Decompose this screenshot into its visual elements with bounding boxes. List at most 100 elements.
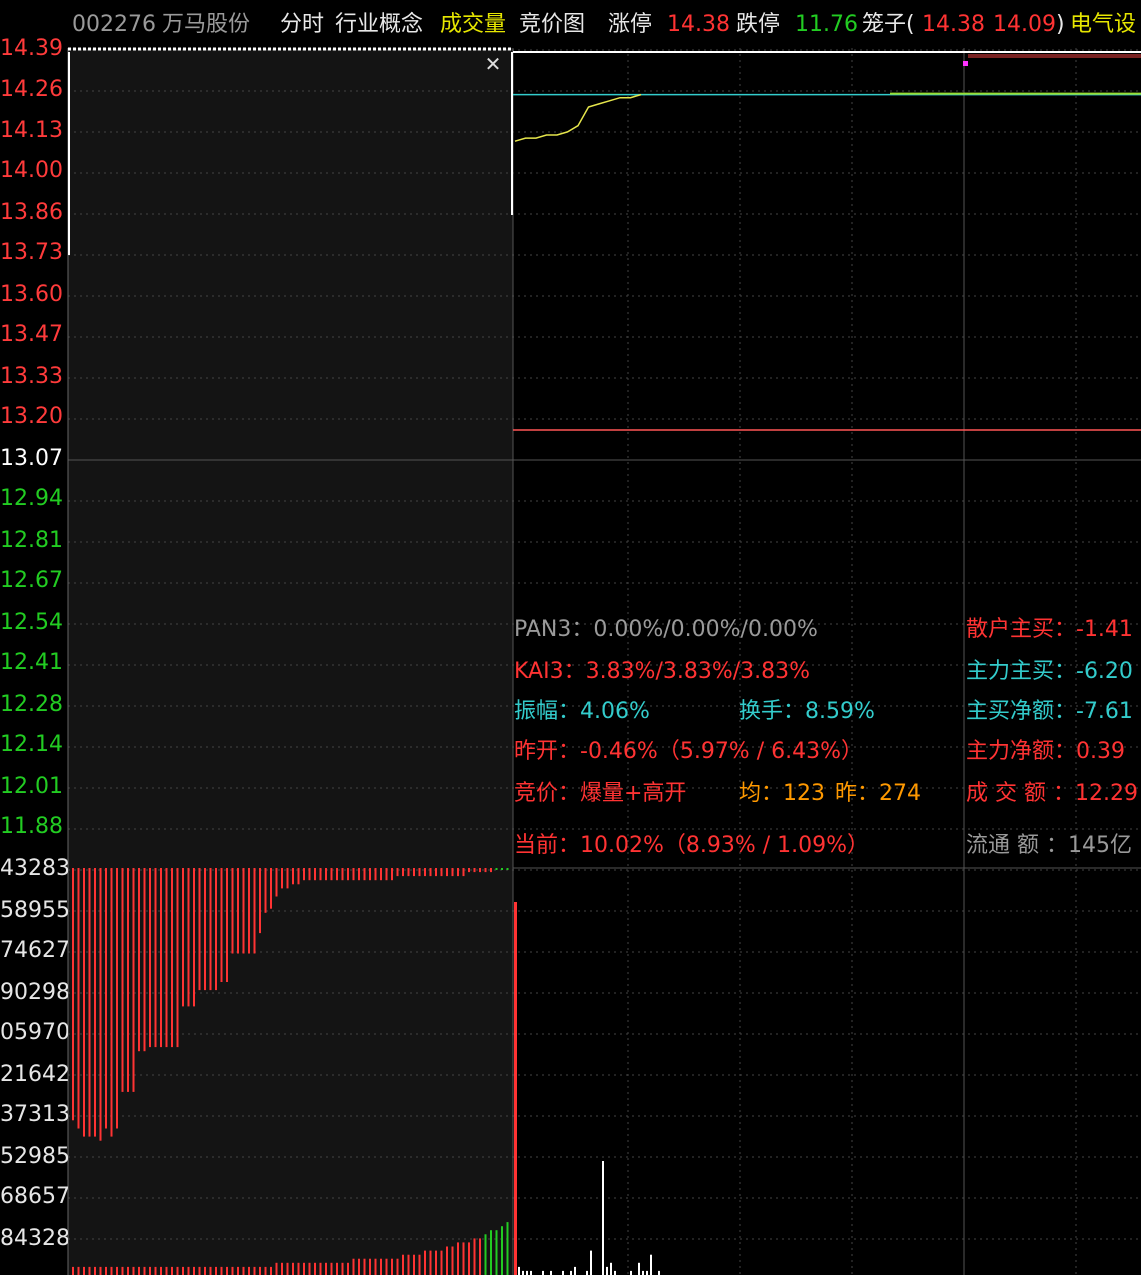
volume-tick: 52985 — [0, 1144, 68, 1169]
unmatched-volume-bar — [413, 1254, 415, 1275]
matched-volume-bar — [237, 868, 239, 954]
trade-volume-bar — [518, 1266, 520, 1275]
unmatched-volume-bar — [462, 1242, 465, 1275]
matched-volume-bar — [182, 868, 184, 1007]
matched-volume-bar — [440, 868, 443, 877]
matched-volume-bar — [72, 868, 74, 1121]
open-volume-bar — [514, 902, 517, 1275]
unmatched-volume-bar — [187, 1266, 190, 1275]
unmatched-volume-bar — [363, 1258, 366, 1275]
matched-volume-bar — [121, 868, 124, 1092]
matched-volume-bar — [473, 868, 476, 873]
matched-volume-bar — [138, 868, 140, 1052]
matched-volume-bar — [116, 868, 118, 1129]
price-tick: 11.88 — [0, 814, 63, 839]
unmatched-volume-bar — [83, 1266, 85, 1275]
unmatched-volume-bar — [248, 1266, 250, 1275]
unmatched-volume-bar — [105, 1266, 107, 1275]
trade-volume-bar — [650, 1254, 652, 1275]
unmatched-volume-bar — [336, 1262, 338, 1275]
price-tick: 14.26 — [0, 77, 63, 102]
volume-tick: 68657 — [0, 1184, 68, 1209]
matched-volume-bar — [253, 868, 256, 954]
unmatched-volume-bar — [215, 1266, 217, 1275]
pan3-stat: PAN3：0.00%/0.00%/0.00% — [514, 617, 818, 642]
matched-volume-bar — [292, 868, 294, 885]
float-cap-stat: 流通 额 ：145亿 — [966, 833, 1132, 858]
matched-volume-bar — [314, 868, 316, 881]
unmatched-volume-bar — [479, 1238, 481, 1275]
unmatched-volume-bar — [193, 1266, 195, 1275]
price-tick: 13.73 — [0, 240, 63, 265]
matched-volume-bar — [286, 868, 289, 889]
unmatched-volume-bar — [490, 1230, 492, 1275]
matched-volume-bar — [402, 868, 404, 877]
unmatched-volume-bar — [369, 1258, 371, 1275]
matched-volume-bar — [446, 868, 448, 877]
unmatched-volume-bar — [424, 1250, 426, 1275]
left-axis: 14.39 14.26 14.13 14.00 13.86 13.73 13.6… — [0, 0, 68, 1275]
unmatched-volume-bar — [446, 1246, 448, 1275]
unmatched-volume-bar — [347, 1262, 349, 1275]
trade-volume-bar — [530, 1270, 532, 1275]
volume-tick: 21642 — [0, 1062, 68, 1087]
price-tick: 13.07 — [0, 446, 63, 471]
unmatched-volume-bar — [220, 1266, 223, 1275]
price-tick: 12.54 — [0, 610, 63, 635]
matched-volume-bar — [462, 868, 465, 877]
matched-volume-bar — [220, 868, 223, 982]
matched-volume-bar — [369, 868, 371, 881]
unmatched-volume-bar — [319, 1262, 322, 1275]
trade-volume-bar — [610, 1262, 612, 1275]
close-icon[interactable]: ✕ — [484, 54, 502, 74]
matched-volume-bar — [215, 868, 217, 991]
matched-volume-bar — [303, 868, 305, 881]
unmatched-volume-bar — [286, 1262, 289, 1275]
unmatched-volume-bar — [451, 1246, 454, 1275]
amplitude-stat: 振幅：4.06% — [514, 699, 650, 724]
matched-volume-bar — [336, 868, 338, 881]
unmatched-volume-bar — [429, 1250, 432, 1275]
matched-volume-bar — [275, 868, 278, 897]
volume-tick: 05970 — [0, 1020, 68, 1045]
trade-volume-bar — [574, 1266, 576, 1275]
unmatched-volume-bar — [374, 1258, 377, 1275]
matched-volume-bar — [198, 868, 201, 991]
unmatched-volume-bar — [259, 1266, 261, 1275]
unmatched-volume-bar — [495, 1230, 498, 1275]
unmatched-volume-bar — [391, 1258, 393, 1275]
matched-volume-bar — [325, 868, 327, 881]
matched-volume-bar — [308, 868, 311, 881]
unmatched-volume-bar — [198, 1266, 201, 1275]
prev-open-stat: 昨开：-0.46%（5.97% / 6.43%） — [514, 739, 864, 764]
unmatched-volume-bar — [253, 1266, 256, 1275]
matched-volume-bar — [352, 868, 355, 881]
matched-volume-bar — [143, 868, 146, 1052]
volume-tick: 43283 — [0, 856, 68, 881]
trade-volume-bar — [658, 1270, 660, 1275]
matched-volume-bar — [347, 868, 349, 881]
matched-volume-bar — [468, 868, 470, 873]
unmatched-volume-bar — [341, 1262, 344, 1275]
matched-volume-bar — [385, 868, 388, 881]
matched-volume-bar — [165, 868, 168, 1048]
trade-volume-bar — [562, 1270, 564, 1275]
trade-volume-bar — [642, 1270, 644, 1275]
matched-volume-bar — [413, 868, 415, 877]
prev-stat: 昨：274 — [835, 781, 921, 806]
price-tick: 14.39 — [0, 36, 63, 61]
unmatched-volume-bar — [143, 1266, 146, 1275]
unmatched-volume-bar — [77, 1266, 80, 1275]
trade-volume-bar — [602, 1161, 604, 1275]
price-tick: 13.60 — [0, 282, 63, 307]
price-tick: 13.20 — [0, 404, 63, 429]
matched-volume-bar — [501, 868, 503, 870]
volume-tick: 37313 — [0, 1102, 68, 1127]
matched-volume-bar — [226, 868, 228, 982]
price-tick: 12.01 — [0, 774, 63, 799]
unmatched-volume-bar — [149, 1266, 151, 1275]
price-tick: 12.41 — [0, 650, 63, 675]
unmatched-volume-bar — [358, 1258, 360, 1275]
matched-volume-bar — [99, 868, 102, 1141]
matched-volume-bar — [264, 868, 267, 913]
